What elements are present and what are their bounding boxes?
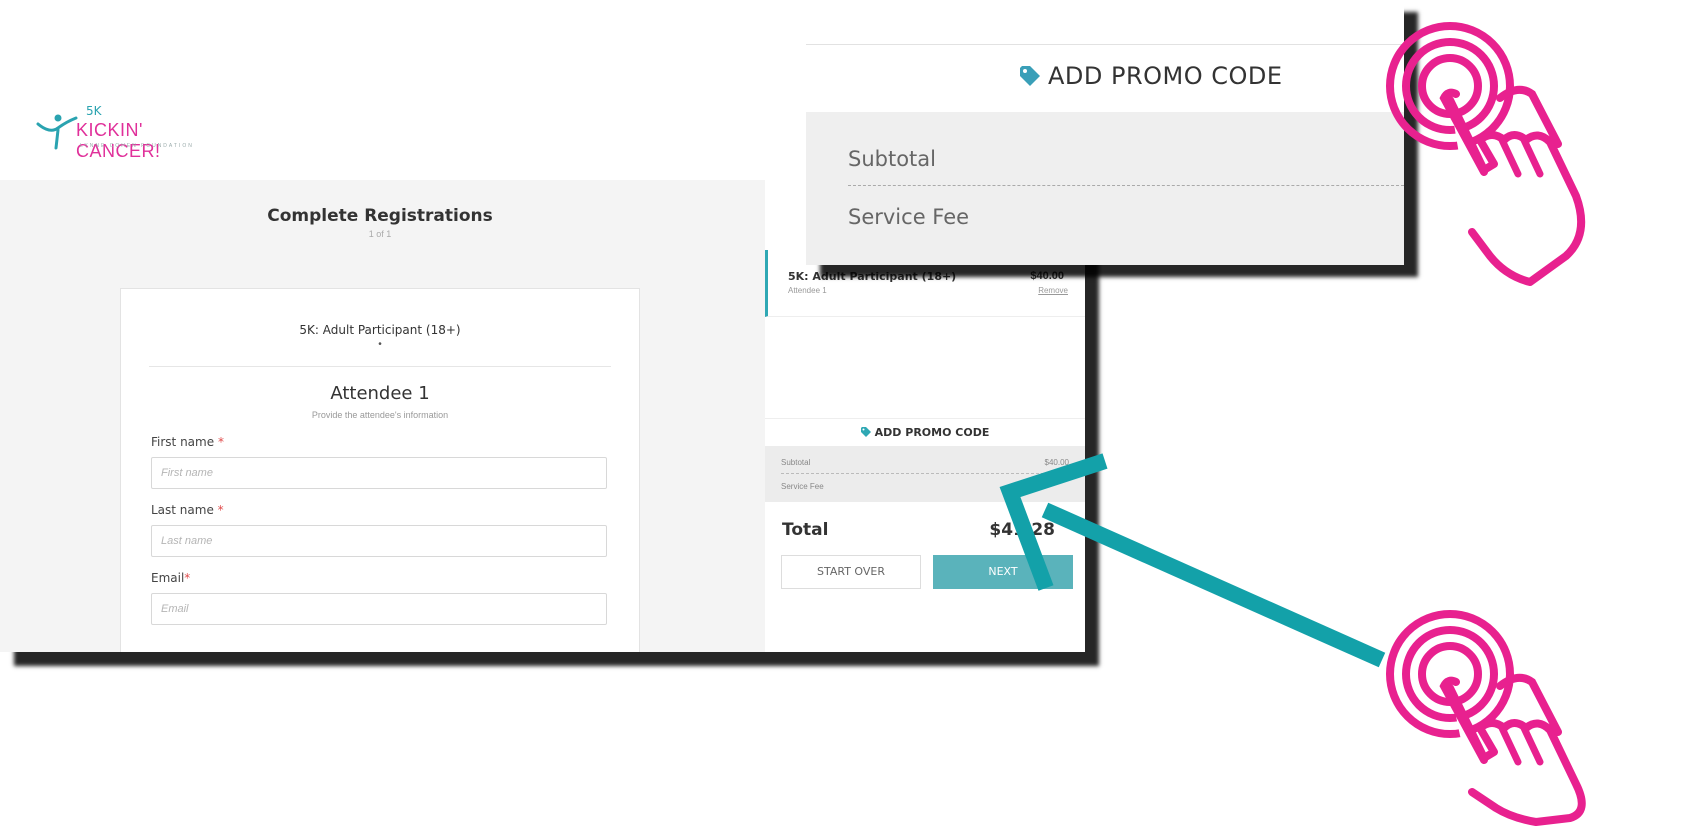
first-name-input[interactable] [151, 457, 607, 489]
promo-label-zoomed: ADD PROMO CODE [1048, 62, 1283, 90]
registration-form-area: Complete Registrations 1 of 1 5K: Adult … [0, 180, 765, 652]
tag-icon [860, 427, 871, 437]
divider [806, 44, 1404, 45]
first-name-label-text: First name [151, 435, 215, 449]
brand-logo: 5K KICKIN' CANCER! LYNNE COHEN FOUNDATIO… [30, 104, 220, 161]
zoomed-callout: ADD PROMO CODE Subtotal Service Fee [806, 0, 1404, 265]
page-step-indicator: 1 of 1 [368, 229, 392, 239]
required-marker: * [217, 503, 224, 517]
service-fee-label: Service Fee [781, 482, 824, 491]
tap-hand-icon [1386, 22, 1586, 286]
divider [149, 366, 611, 367]
service-fee-label-zoomed: Service Fee [848, 205, 970, 229]
email-label-text: Email [151, 571, 185, 585]
required-marker: * [217, 435, 224, 449]
runner-figure-icon [36, 114, 78, 150]
attendee-subtitle: Provide the attendee's information [311, 410, 449, 420]
next-button[interactable]: NEXT [933, 555, 1073, 589]
email-label: Email* [151, 571, 190, 585]
last-name-label-text: Last name [151, 503, 214, 517]
required-marker: * [184, 571, 191, 585]
attendee-form-card: 5K: Adult Participant (18+) • Attendee 1… [120, 288, 640, 652]
tap-hand-icon [1386, 610, 1586, 826]
service-fee-row: Service Fee [781, 482, 1069, 491]
last-name-input[interactable] [151, 525, 607, 557]
fees-breakdown: Subtotal $40.00 Service Fee [765, 446, 1085, 502]
promo-label: ADD PROMO CODE [874, 426, 990, 439]
subtotal-amount: $40.00 [1044, 458, 1069, 467]
logo-brand-text: KICKIN' CANCER! [76, 120, 161, 161]
dashed-divider [781, 473, 1069, 474]
ticket-pager-dot: • [378, 339, 382, 350]
page-title: Complete Registrations [267, 206, 493, 226]
last-name-label: Last name * [151, 503, 224, 517]
cart-item-price: $40.00 [1030, 270, 1064, 282]
total-label: Total [782, 520, 829, 540]
add-promo-code-button[interactable]: ADD PROMO CODE [765, 418, 1085, 447]
cart-item-attendee: Attendee 1 [788, 286, 827, 295]
start-over-button[interactable]: START OVER [781, 555, 921, 589]
cart-item-title: 5K: Adult Participant (18+) [788, 270, 957, 283]
first-name-label: First name * [151, 435, 224, 449]
ticket-title: 5K: Adult Participant (18+) [299, 323, 461, 337]
subtotal-row: Subtotal $40.00 [781, 458, 1069, 467]
email-input[interactable] [151, 593, 607, 625]
dashed-divider [848, 185, 1404, 186]
subtotal-label: Subtotal [781, 458, 811, 467]
total-amount: $41.28 [989, 520, 1055, 540]
logo-subtext: LYNNE COHEN FOUNDATION [80, 143, 194, 149]
remove-link[interactable]: Remove [1038, 286, 1068, 295]
add-promo-code-button-zoomed[interactable]: ADD PROMO CODE [1020, 62, 1283, 90]
logo-5k-text: 5K [86, 104, 102, 118]
tag-icon [1020, 66, 1040, 86]
attendee-title: Attendee 1 [330, 383, 430, 404]
fees-breakdown-zoomed: Subtotal Service Fee [806, 112, 1404, 265]
subtotal-label-zoomed: Subtotal [848, 147, 936, 171]
